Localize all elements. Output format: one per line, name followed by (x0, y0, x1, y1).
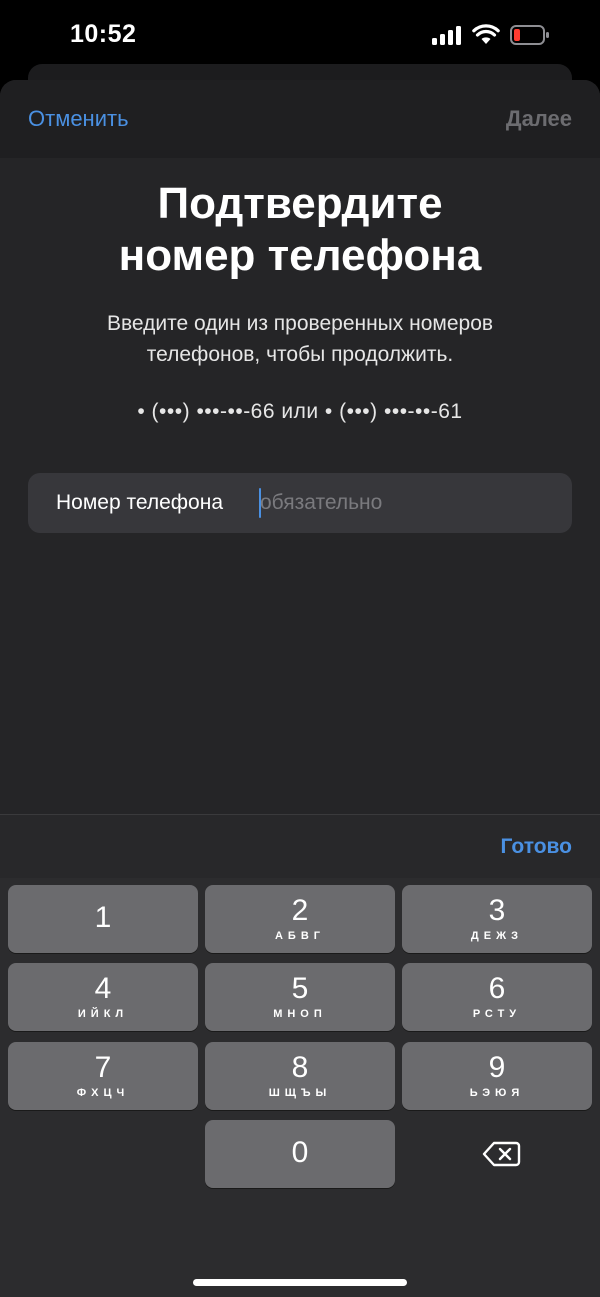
wifi-icon (472, 24, 500, 44)
cellular-signal-icon (432, 25, 462, 45)
key-7[interactable]: 7 ФХЦЧ (8, 1042, 198, 1110)
key-letters: МНОП (273, 1008, 327, 1020)
battery-low-icon (510, 25, 549, 45)
key-digit: 3 (488, 894, 506, 927)
subtitle-line2: телефонов, чтобы продолжить. (146, 343, 454, 366)
keyboard-toolbar: Готово (0, 814, 600, 878)
page-title-line1: Подтвердите (157, 179, 443, 228)
key-letters: ШЩЪЫ (268, 1087, 332, 1099)
key-1[interactable]: 1 (8, 885, 198, 953)
key-digit: 9 (488, 1051, 506, 1084)
key-9[interactable]: 9 ЬЭЮЯ (402, 1042, 592, 1110)
key-digit: 4 (94, 972, 112, 1005)
key-letters: ДЕЖЗ (470, 930, 524, 942)
key-0[interactable]: 0 (205, 1120, 395, 1188)
key-letters: АБВГ (274, 930, 326, 942)
key-letters: ЬЭЮЯ (469, 1087, 525, 1099)
key-digit: 7 (94, 1051, 112, 1084)
subtitle-line1: Введите один из проверенных номеров (106, 312, 494, 335)
status-bar: 10:52 (0, 0, 600, 70)
phone-field-label: Номер телефона (56, 491, 224, 514)
page-title: Подтвердите номер телефона (0, 178, 600, 282)
cancel-button[interactable]: Отменить (28, 106, 129, 132)
key-digit: 5 (291, 972, 309, 1005)
key-4[interactable]: 4 ИЙКЛ (8, 963, 198, 1031)
next-button[interactable]: Далее (506, 106, 572, 132)
text-cursor (259, 488, 261, 518)
nav-bar: Отменить Далее (0, 80, 600, 158)
key-digit: 1 (94, 901, 112, 934)
done-button[interactable]: Готово (501, 835, 572, 859)
masked-phone-numbers: • (•••) •••-••-66 или • (•••) •••-••-61 (137, 400, 463, 423)
key-letters: ФХЦЧ (76, 1087, 130, 1099)
key-digit: 8 (291, 1051, 309, 1084)
key-6[interactable]: 6 РСТУ (402, 963, 592, 1031)
page-title-line2: номер телефона (118, 231, 482, 280)
key-5[interactable]: 5 МНОП (205, 963, 395, 1031)
delete-key[interactable] (402, 1120, 592, 1188)
key-digit: 0 (291, 1136, 309, 1169)
key-3[interactable]: 3 ДЕЖЗ (402, 885, 592, 953)
numeric-keypad: 1 2 АБВГ 3 ДЕЖЗ 4 ИЙКЛ 5 МНОП 6 РСТУ 7 Ф… (0, 878, 600, 1297)
phone-number-input[interactable] (260, 485, 560, 521)
key-digit: 6 (488, 972, 506, 1005)
key-letters: РСТУ (472, 1008, 522, 1020)
status-time: 10:52 (70, 20, 137, 48)
key-letters: ИЙКЛ (77, 1008, 129, 1020)
key-2[interactable]: 2 АБВГ (205, 885, 395, 953)
phone-number-field[interactable]: Номер телефона (28, 473, 572, 533)
key-digit: 2 (291, 894, 309, 927)
key-8[interactable]: 8 ШЩЪЫ (205, 1042, 395, 1110)
page-subtitle: Введите один из проверенных номеров теле… (0, 308, 600, 370)
backspace-icon (482, 1141, 521, 1167)
home-indicator (193, 1279, 407, 1286)
